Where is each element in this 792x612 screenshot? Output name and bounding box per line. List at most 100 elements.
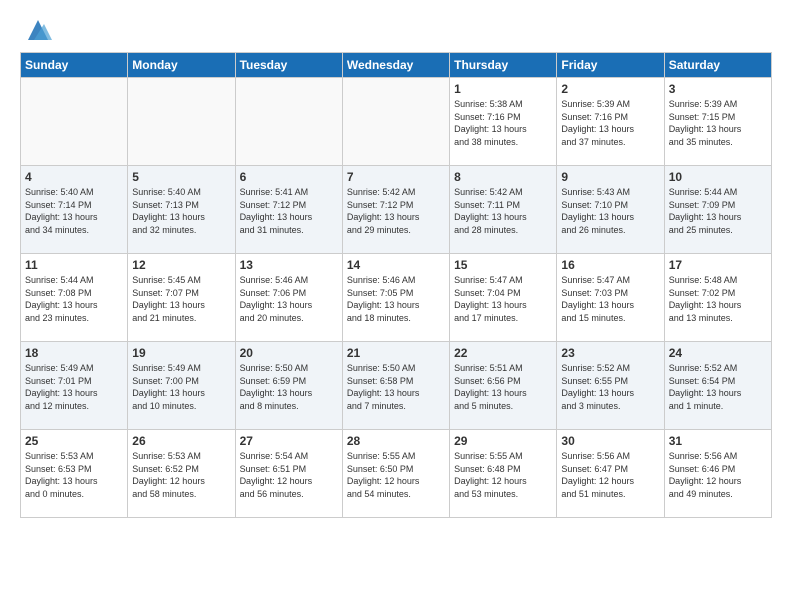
day-number: 20 bbox=[240, 346, 338, 360]
calendar-day-cell: 30 Sunrise: 5:56 AM Sunset: 6:47 PM Dayli… bbox=[557, 430, 664, 518]
day-info: Sunrise: 5:55 AM Sunset: 6:50 PM Dayligh… bbox=[347, 450, 445, 500]
day-number: 2 bbox=[561, 82, 659, 96]
day-number: 5 bbox=[132, 170, 230, 184]
day-info: Sunrise: 5:42 AM Sunset: 7:11 PM Dayligh… bbox=[454, 186, 552, 236]
weekday-header-tuesday: Tuesday bbox=[235, 53, 342, 78]
day-info: Sunrise: 5:45 AM Sunset: 7:07 PM Dayligh… bbox=[132, 274, 230, 324]
weekday-header-saturday: Saturday bbox=[664, 53, 771, 78]
day-info: Sunrise: 5:48 AM Sunset: 7:02 PM Dayligh… bbox=[669, 274, 767, 324]
calendar-day-cell: 18 Sunrise: 5:49 AM Sunset: 7:01 PM Dayli… bbox=[21, 342, 128, 430]
calendar-week-row: 18 Sunrise: 5:49 AM Sunset: 7:01 PM Dayli… bbox=[21, 342, 772, 430]
calendar-week-row: 1 Sunrise: 5:38 AM Sunset: 7:16 PM Daylig… bbox=[21, 78, 772, 166]
day-info: Sunrise: 5:56 AM Sunset: 6:47 PM Dayligh… bbox=[561, 450, 659, 500]
calendar-day-cell: 1 Sunrise: 5:38 AM Sunset: 7:16 PM Daylig… bbox=[450, 78, 557, 166]
calendar-day-cell: 4 Sunrise: 5:40 AM Sunset: 7:14 PM Daylig… bbox=[21, 166, 128, 254]
day-number: 22 bbox=[454, 346, 552, 360]
weekday-header-thursday: Thursday bbox=[450, 53, 557, 78]
day-info: Sunrise: 5:51 AM Sunset: 6:56 PM Dayligh… bbox=[454, 362, 552, 412]
day-info: Sunrise: 5:53 AM Sunset: 6:52 PM Dayligh… bbox=[132, 450, 230, 500]
day-number: 15 bbox=[454, 258, 552, 272]
page-header bbox=[20, 16, 772, 44]
calendar-table: SundayMondayTuesdayWednesdayThursdayFrid… bbox=[20, 52, 772, 518]
day-number: 4 bbox=[25, 170, 123, 184]
day-number: 27 bbox=[240, 434, 338, 448]
calendar-day-cell: 2 Sunrise: 5:39 AM Sunset: 7:16 PM Daylig… bbox=[557, 78, 664, 166]
day-info: Sunrise: 5:49 AM Sunset: 7:00 PM Dayligh… bbox=[132, 362, 230, 412]
day-number: 18 bbox=[25, 346, 123, 360]
day-info: Sunrise: 5:47 AM Sunset: 7:04 PM Dayligh… bbox=[454, 274, 552, 324]
day-number: 1 bbox=[454, 82, 552, 96]
calendar-week-row: 25Sunrise: 5:53 AM Sunset: 6:53 PM Dayli… bbox=[21, 430, 772, 518]
calendar-day-cell: 14 Sunrise: 5:46 AM Sunset: 7:05 PM Dayli… bbox=[342, 254, 449, 342]
calendar-day-cell: 28Sunrise: 5:55 AM Sunset: 6:50 PM Dayli… bbox=[342, 430, 449, 518]
day-number: 3 bbox=[669, 82, 767, 96]
day-number: 14 bbox=[347, 258, 445, 272]
calendar-day-cell: 8 Sunrise: 5:42 AM Sunset: 7:11 PM Daylig… bbox=[450, 166, 557, 254]
day-info: Sunrise: 5:44 AM Sunset: 7:08 PM Dayligh… bbox=[25, 274, 123, 324]
day-number: 8 bbox=[454, 170, 552, 184]
calendar-empty-cell bbox=[21, 78, 128, 166]
calendar-day-cell: 7 Sunrise: 5:42 AM Sunset: 7:12 PM Daylig… bbox=[342, 166, 449, 254]
day-info: Sunrise: 5:56 AM Sunset: 6:46 PM Dayligh… bbox=[669, 450, 767, 500]
day-number: 13 bbox=[240, 258, 338, 272]
day-number: 30 bbox=[561, 434, 659, 448]
calendar-day-cell: 21 Sunrise: 5:50 AM Sunset: 6:58 PM Dayli… bbox=[342, 342, 449, 430]
day-number: 26 bbox=[132, 434, 230, 448]
day-number: 29 bbox=[454, 434, 552, 448]
day-info: Sunrise: 5:41 AM Sunset: 7:12 PM Dayligh… bbox=[240, 186, 338, 236]
day-info: Sunrise: 5:40 AM Sunset: 7:14 PM Dayligh… bbox=[25, 186, 123, 236]
calendar-day-cell: 11 Sunrise: 5:44 AM Sunset: 7:08 PM Dayli… bbox=[21, 254, 128, 342]
day-info: Sunrise: 5:50 AM Sunset: 6:59 PM Dayligh… bbox=[240, 362, 338, 412]
calendar-day-cell: 22 Sunrise: 5:51 AM Sunset: 6:56 PM Dayli… bbox=[450, 342, 557, 430]
logo-icon bbox=[24, 16, 52, 44]
day-number: 16 bbox=[561, 258, 659, 272]
day-number: 21 bbox=[347, 346, 445, 360]
day-number: 7 bbox=[347, 170, 445, 184]
day-info: Sunrise: 5:39 AM Sunset: 7:16 PM Dayligh… bbox=[561, 98, 659, 148]
day-info: Sunrise: 5:46 AM Sunset: 7:06 PM Dayligh… bbox=[240, 274, 338, 324]
day-info: Sunrise: 5:53 AM Sunset: 6:53 PM Dayligh… bbox=[25, 450, 123, 500]
weekday-header-friday: Friday bbox=[557, 53, 664, 78]
day-info: Sunrise: 5:46 AM Sunset: 7:05 PM Dayligh… bbox=[347, 274, 445, 324]
day-info: Sunrise: 5:47 AM Sunset: 7:03 PM Dayligh… bbox=[561, 274, 659, 324]
calendar-day-cell: 29 Sunrise: 5:55 AM Sunset: 6:48 PM Dayli… bbox=[450, 430, 557, 518]
day-info: Sunrise: 5:52 AM Sunset: 6:54 PM Dayligh… bbox=[669, 362, 767, 412]
day-number: 11 bbox=[25, 258, 123, 272]
day-number: 9 bbox=[561, 170, 659, 184]
calendar-day-cell: 10Sunrise: 5:44 AM Sunset: 7:09 PM Dayli… bbox=[664, 166, 771, 254]
day-number: 19 bbox=[132, 346, 230, 360]
weekday-header-wednesday: Wednesday bbox=[342, 53, 449, 78]
day-info: Sunrise: 5:38 AM Sunset: 7:16 PM Dayligh… bbox=[454, 98, 552, 148]
calendar-day-cell: 9 Sunrise: 5:43 AM Sunset: 7:10 PM Daylig… bbox=[557, 166, 664, 254]
day-info: Sunrise: 5:39 AM Sunset: 7:15 PM Dayligh… bbox=[669, 98, 767, 148]
day-number: 6 bbox=[240, 170, 338, 184]
day-info: Sunrise: 5:43 AM Sunset: 7:10 PM Dayligh… bbox=[561, 186, 659, 236]
calendar-day-cell: 13 Sunrise: 5:46 AM Sunset: 7:06 PM Dayli… bbox=[235, 254, 342, 342]
calendar-day-cell: 24Sunrise: 5:52 AM Sunset: 6:54 PM Dayli… bbox=[664, 342, 771, 430]
day-info: Sunrise: 5:50 AM Sunset: 6:58 PM Dayligh… bbox=[347, 362, 445, 412]
day-number: 10 bbox=[669, 170, 767, 184]
day-number: 23 bbox=[561, 346, 659, 360]
day-info: Sunrise: 5:42 AM Sunset: 7:12 PM Dayligh… bbox=[347, 186, 445, 236]
day-info: Sunrise: 5:55 AM Sunset: 6:48 PM Dayligh… bbox=[454, 450, 552, 500]
calendar-day-cell: 6 Sunrise: 5:41 AM Sunset: 7:12 PM Daylig… bbox=[235, 166, 342, 254]
calendar-day-cell: 17Sunrise: 5:48 AM Sunset: 7:02 PM Dayli… bbox=[664, 254, 771, 342]
logo bbox=[20, 16, 52, 44]
calendar-day-cell: 27Sunrise: 5:54 AM Sunset: 6:51 PM Dayli… bbox=[235, 430, 342, 518]
day-info: Sunrise: 5:49 AM Sunset: 7:01 PM Dayligh… bbox=[25, 362, 123, 412]
calendar-empty-cell bbox=[235, 78, 342, 166]
calendar-empty-cell bbox=[342, 78, 449, 166]
day-info: Sunrise: 5:40 AM Sunset: 7:13 PM Dayligh… bbox=[132, 186, 230, 236]
calendar-empty-cell bbox=[128, 78, 235, 166]
calendar-day-cell: 16 Sunrise: 5:47 AM Sunset: 7:03 PM Dayli… bbox=[557, 254, 664, 342]
calendar-day-cell: 20 Sunrise: 5:50 AM Sunset: 6:59 PM Dayli… bbox=[235, 342, 342, 430]
weekday-header-row: SundayMondayTuesdayWednesdayThursdayFrid… bbox=[21, 53, 772, 78]
calendar-day-cell: 12Sunrise: 5:45 AM Sunset: 7:07 PM Dayli… bbox=[128, 254, 235, 342]
calendar-day-cell: 15 Sunrise: 5:47 AM Sunset: 7:04 PM Dayli… bbox=[450, 254, 557, 342]
calendar-week-row: 4 Sunrise: 5:40 AM Sunset: 7:14 PM Daylig… bbox=[21, 166, 772, 254]
weekday-header-monday: Monday bbox=[128, 53, 235, 78]
day-number: 31 bbox=[669, 434, 767, 448]
weekday-header-sunday: Sunday bbox=[21, 53, 128, 78]
calendar-day-cell: 23Sunrise: 5:52 AM Sunset: 6:55 PM Dayli… bbox=[557, 342, 664, 430]
calendar-week-row: 11 Sunrise: 5:44 AM Sunset: 7:08 PM Dayli… bbox=[21, 254, 772, 342]
